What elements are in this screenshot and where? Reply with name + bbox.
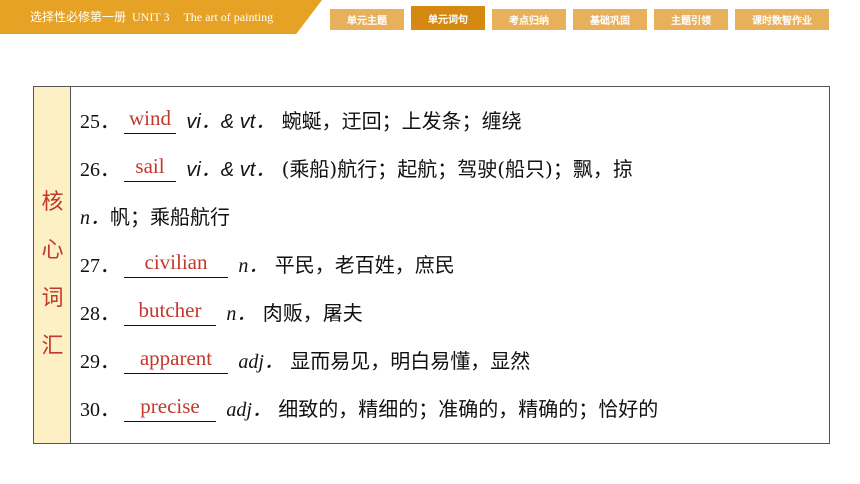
meaning: (乘船)航行；起航；驾驶(船只)；飘，掠 [281, 157, 633, 181]
vocab-item-25: 25． wind vi．& vt． 蜿蜒，迂回；上发条；缠绕 [80, 105, 522, 134]
tab-unit-theme[interactable]: 单元主题 [330, 9, 404, 30]
tab-homework[interactable]: 课时数智作业 [735, 9, 829, 30]
tab-key-points[interactable]: 考点归纳 [492, 9, 566, 30]
part-of-speech: n． [226, 303, 257, 325]
tab-unit-words[interactable]: 单元词句 [411, 6, 485, 30]
meaning: 肉贩，屠夫 [262, 301, 363, 325]
meaning: 帆；乘船航行 [110, 205, 230, 229]
side-label: 核 心 词 汇 [34, 87, 71, 443]
side-char-1: 核 [41, 190, 64, 215]
vocab-item-26: 26． sail vi．& vt． (乘船)航行；起航；驾驶(船只)；飘，掠 [80, 153, 633, 182]
part-of-speech: vi．& vt． [186, 111, 276, 133]
answer-blank: sail [124, 154, 176, 182]
meaning: 细致的，精细的；准确的，精确的；恰好的 [278, 397, 659, 421]
item-number: 28． [80, 303, 120, 325]
item-number: 30． [80, 399, 120, 421]
book-title: 选择性必修第一册 UNIT 3 The art of painting [30, 8, 273, 25]
part-of-speech: vi．& vt． [186, 159, 276, 181]
meaning: 显而易见，明白易懂，显然 [290, 349, 531, 373]
tab-theme-guide[interactable]: 主题引领 [654, 9, 728, 30]
answer-text: sail [135, 154, 165, 178]
item-number: 25． [80, 111, 120, 133]
vocab-item-28: 28． butcher n． 肉贩，屠夫 [80, 297, 363, 326]
title-name: The art of painting [183, 10, 274, 24]
side-char-4: 汇 [41, 334, 64, 359]
part-of-speech: adj． [238, 351, 284, 373]
answer-text: precise [140, 394, 200, 418]
title-unit: UNIT 3 [132, 10, 170, 24]
vocab-item-30: 30． precise adj． 细致的，精细的；准确的，精确的；恰好的 [80, 393, 658, 422]
part-of-speech: adj． [226, 399, 272, 421]
side-char-3: 词 [41, 286, 64, 311]
tab-basic-practice[interactable]: 基础巩固 [573, 9, 647, 30]
vocab-panel: 核 心 词 汇 25． wind vi．& vt． 蜿蜒，迂回；上发条；缠绕 26… [33, 86, 830, 444]
book-title-tab: 选择性必修第一册 UNIT 3 The art of painting [0, 0, 322, 34]
answer-text: civilian [144, 250, 208, 274]
answer-text: apparent [139, 346, 213, 370]
item-number: 26． [80, 159, 120, 181]
top-bar: 选择性必修第一册 UNIT 3 The art of painting 单元主题 单… [0, 0, 860, 34]
part-of-speech: n． [80, 207, 110, 229]
answer-blank: precise [124, 394, 216, 422]
answer-blank: civilian [124, 250, 228, 278]
vocab-item-29: 29． apparent adj． 显而易见，明白易懂，显然 [80, 345, 530, 374]
meaning: 平民，老百姓，庶民 [274, 253, 455, 277]
title-cn: 选择性必修第一册 [30, 10, 127, 24]
side-char-2: 心 [41, 238, 64, 263]
vocab-item-26-continued: n．帆；乘船航行 [80, 201, 230, 230]
vocab-item-27: 27． civilian n． 平民，老百姓，庶民 [80, 249, 455, 278]
answer-blank: wind [124, 106, 176, 134]
answer-blank: apparent [124, 346, 228, 374]
item-number: 29． [80, 351, 120, 373]
answer-text: wind [129, 106, 171, 130]
answer-text: butcher [138, 298, 202, 322]
meaning: 蜿蜒，迂回；上发条；缠绕 [281, 109, 522, 133]
item-number: 27． [80, 255, 120, 277]
part-of-speech: n． [238, 255, 269, 277]
answer-blank: butcher [124, 298, 216, 326]
